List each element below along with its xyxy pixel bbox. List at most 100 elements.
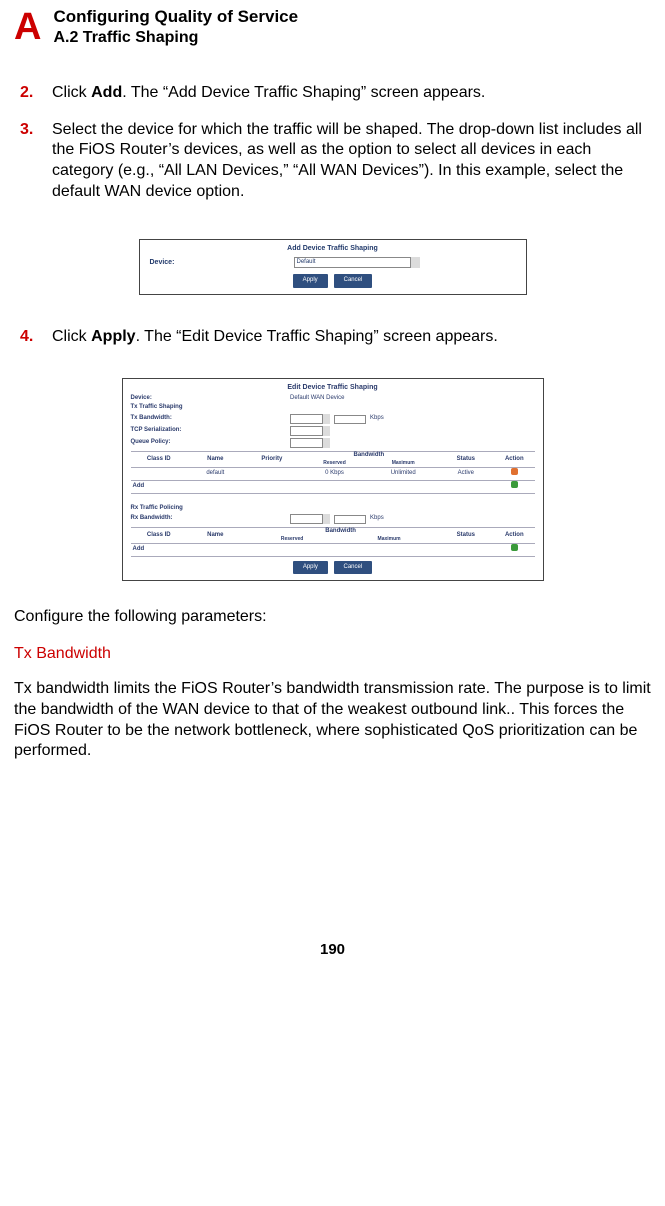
col-action: Action bbox=[494, 456, 534, 464]
col-action: Action bbox=[494, 532, 534, 540]
label: Rx Traffic Policing bbox=[131, 505, 285, 513]
step-body: Select the device for which the traffic … bbox=[52, 120, 651, 203]
col-classid: Class ID bbox=[131, 532, 188, 540]
col-name: Name bbox=[187, 532, 244, 540]
rx-bandwidth-input[interactable] bbox=[334, 515, 366, 524]
step-4: 4. Click Apply. The “Edit Device Traffic… bbox=[14, 327, 651, 348]
cell-status: Active bbox=[438, 470, 495, 478]
tx-bandwidth-paragraph: Tx bandwidth limits the FiOS Router’s ba… bbox=[14, 679, 651, 762]
chapter-title: Configuring Quality of Service bbox=[53, 6, 298, 28]
cell-name: default bbox=[187, 470, 244, 478]
dialog-title: Add Device Traffic Shaping bbox=[140, 240, 526, 255]
device-field: Default bbox=[294, 257, 510, 268]
cell-action bbox=[494, 481, 534, 492]
delete-icon[interactable] bbox=[511, 468, 518, 475]
text: . The “Edit Device Traffic Shaping” scre… bbox=[136, 328, 498, 345]
rx-classes-table: Class ID Name Bandwidth Reserved Maximum… bbox=[131, 527, 535, 556]
cancel-button[interactable]: Cancel bbox=[334, 561, 373, 575]
label: TCP Serialization: bbox=[131, 427, 285, 435]
queue-policy-select[interactable] bbox=[290, 438, 330, 448]
device-select[interactable]: Default bbox=[294, 257, 420, 268]
label: Queue Policy: bbox=[131, 439, 285, 447]
label: Tx Bandwidth: bbox=[131, 415, 285, 423]
cell-add: Add bbox=[131, 546, 190, 554]
apply-button[interactable]: Apply bbox=[293, 561, 328, 575]
table-head: Class ID Name Bandwidth Reserved Maximum… bbox=[131, 528, 535, 543]
label: Rx Bandwidth: bbox=[131, 515, 285, 523]
cell-reserved: 0 Kbps bbox=[300, 470, 369, 478]
apply-button[interactable]: Apply bbox=[293, 274, 328, 288]
value: Class Based bbox=[290, 438, 534, 448]
device-row: Device: Default WAN Device bbox=[123, 394, 543, 404]
value: Disabled bbox=[290, 426, 534, 436]
cell-action bbox=[494, 468, 534, 479]
step-number: 2. bbox=[20, 83, 42, 104]
screenshot-add-device-traffic-shaping: Add Device Traffic Shaping Device: Defau… bbox=[139, 239, 527, 295]
table-row-add: Add bbox=[131, 481, 535, 494]
col-reserved: Reserved bbox=[300, 460, 369, 467]
col-maximum: Maximum bbox=[341, 536, 438, 543]
appendix-letter: A bbox=[14, 8, 41, 46]
screenshot-edit-device-traffic-shaping: Edit Device Traffic Shaping Device: Defa… bbox=[122, 378, 544, 582]
cell-bandwidth: 0 Kbps Unlimited bbox=[300, 470, 437, 478]
col-maximum: Maximum bbox=[369, 460, 438, 467]
value: Specify Kbps bbox=[290, 414, 534, 424]
cancel-button[interactable]: Cancel bbox=[334, 274, 373, 288]
table-row-add: Add bbox=[131, 544, 535, 557]
step-body: Click Add. The “Add Device Traffic Shapi… bbox=[52, 83, 651, 104]
step-3: 3. Select the device for which the traff… bbox=[14, 120, 651, 203]
device-select-value: Default bbox=[297, 259, 316, 267]
step-2: 2. Click Add. The “Add Device Traffic Sh… bbox=[14, 83, 651, 104]
button-row: Apply Cancel bbox=[123, 557, 543, 581]
device-label: Device: bbox=[150, 258, 294, 267]
col-name: Name bbox=[187, 456, 244, 464]
tx-bandwidth-select[interactable] bbox=[290, 414, 330, 424]
device-value: Default WAN Device bbox=[290, 395, 534, 403]
text: . The “Add Device Traffic Shaping” scree… bbox=[122, 84, 485, 101]
col-reserved: Reserved bbox=[244, 536, 341, 543]
configure-line: Configure the following parameters: bbox=[14, 607, 651, 628]
device-label: Device: bbox=[131, 395, 285, 403]
rx-bandwidth-select[interactable] bbox=[290, 514, 330, 524]
section-title: A.2 Traffic Shaping bbox=[53, 28, 298, 49]
tx-classes-table: Class ID Name Priority Bandwidth Reserve… bbox=[131, 451, 535, 493]
col-classid: Class ID bbox=[131, 456, 188, 464]
queue-policy-row: Queue Policy: Class Based bbox=[123, 437, 543, 449]
add-icon[interactable] bbox=[511, 481, 518, 488]
add-icon[interactable] bbox=[511, 544, 518, 551]
tx-bandwidth-heading: Tx Bandwidth bbox=[14, 644, 651, 665]
tx-bandwidth-input[interactable] bbox=[334, 415, 366, 424]
header-titles: Configuring Quality of Service A.2 Traff… bbox=[53, 6, 298, 49]
dialog-title: Edit Device Traffic Shaping bbox=[123, 379, 543, 394]
col-bandwidth: Bandwidth Reserved Maximum bbox=[300, 452, 437, 466]
step-number: 3. bbox=[20, 120, 42, 203]
tcp-serialization-row: TCP Serialization: Disabled bbox=[123, 425, 543, 437]
tcp-select[interactable] bbox=[290, 426, 330, 436]
cell-action bbox=[494, 544, 534, 555]
col-bandwidth: Bandwidth Reserved Maximum bbox=[244, 528, 438, 542]
tx-bandwidth-row: Tx Bandwidth: Specify Kbps bbox=[123, 413, 543, 425]
rx-section-label: Rx Traffic Policing bbox=[123, 504, 543, 514]
col-priority: Priority bbox=[244, 456, 301, 464]
table-head: Class ID Name Priority Bandwidth Reserve… bbox=[131, 452, 535, 467]
col-bandwidth-label: Bandwidth bbox=[300, 452, 437, 460]
text: Click bbox=[52, 84, 91, 101]
step-body: Click Apply. The “Edit Device Traffic Sh… bbox=[52, 327, 651, 348]
step-number: 4. bbox=[20, 327, 42, 348]
col-bandwidth-label: Bandwidth bbox=[244, 528, 438, 536]
unit: Kbps bbox=[370, 415, 384, 423]
col-status: Status bbox=[438, 456, 495, 464]
value: Kbps bbox=[290, 514, 534, 524]
cell-maximum: Unlimited bbox=[369, 470, 438, 478]
table-row: default 0 Kbps Unlimited Active bbox=[131, 468, 535, 481]
col-status: Status bbox=[438, 532, 495, 540]
tx-section-label: Tx Traffic Shaping bbox=[123, 403, 543, 413]
unit: Kbps bbox=[370, 515, 384, 523]
cell-add: Add bbox=[131, 483, 190, 491]
rx-bandwidth-row: Rx Bandwidth: Kbps bbox=[123, 513, 543, 525]
device-row: Device: Default bbox=[140, 255, 526, 270]
page-number: 190 bbox=[14, 940, 651, 960]
bold-apply: Apply bbox=[91, 328, 135, 345]
bold-add: Add bbox=[91, 84, 122, 101]
text: Click bbox=[52, 328, 91, 345]
